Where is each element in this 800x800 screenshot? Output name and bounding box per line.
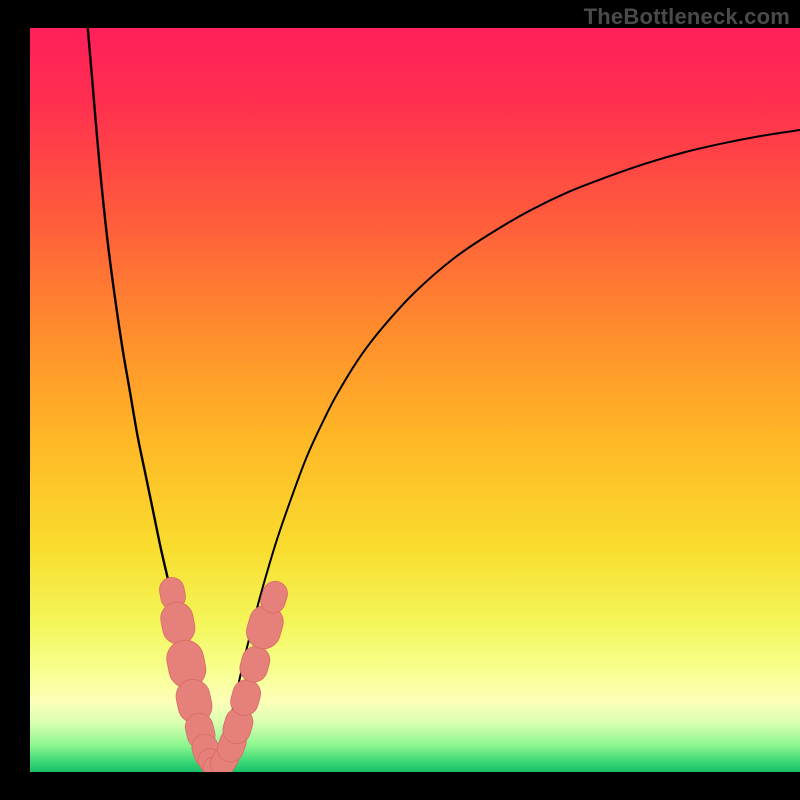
outer-frame: TheBottleneck.com: [0, 0, 800, 800]
chart-svg: [30, 28, 800, 772]
watermark-text: TheBottleneck.com: [584, 4, 790, 30]
gradient-background: [30, 28, 800, 772]
plot-area: [30, 28, 800, 772]
